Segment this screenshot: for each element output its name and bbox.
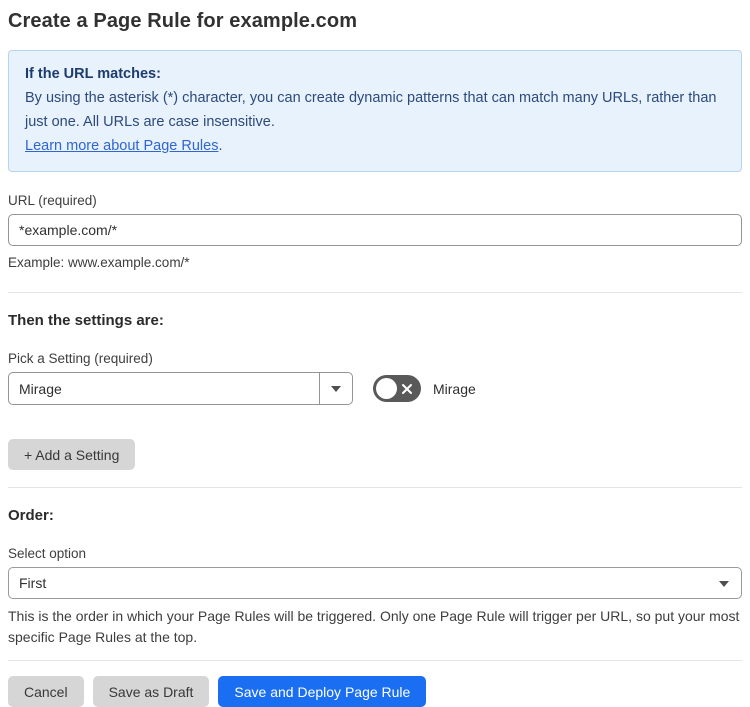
page-title: Create a Page Rule for example.com: [8, 10, 358, 32]
setting-select[interactable]: Mirage: [8, 372, 353, 405]
url-field-label: URL (required): [8, 193, 97, 208]
info-box-heading: If the URL matches:: [25, 66, 161, 82]
learn-more-link[interactable]: Learn more about Page Rules: [25, 138, 218, 154]
chevron-down-icon: [719, 581, 729, 587]
page-rule-form: Create a Page Rule for example.com If th…: [0, 0, 750, 707]
url-match-info-box: If the URL matches: By using the asteris…: [8, 50, 742, 172]
chevron-down-icon: [331, 385, 341, 392]
url-input[interactable]: [8, 214, 742, 246]
toggle-knob: [376, 378, 397, 399]
save-and-deploy-button[interactable]: Save and Deploy Page Rule: [218, 676, 427, 707]
divider: [8, 487, 742, 488]
info-box-link-line: Learn more about Page Rules.: [25, 134, 725, 158]
footer-buttons: Cancel Save as Draft Save and Deploy Pag…: [8, 676, 742, 707]
order-section-heading: Order:: [8, 507, 54, 524]
order-select-value: First: [19, 575, 47, 591]
divider: [8, 660, 742, 661]
divider: [8, 292, 742, 293]
setting-select-arrow-button[interactable]: [319, 373, 352, 404]
save-as-draft-button[interactable]: Save as Draft: [92, 676, 210, 707]
info-box-body: By using the asterisk (*) character, you…: [25, 90, 717, 130]
order-helper-text: This is the order in which your Page Rul…: [8, 608, 740, 645]
x-icon: [402, 383, 412, 394]
setting-select-value: Mirage: [19, 380, 62, 397]
link-suffix: .: [218, 138, 223, 154]
setting-row: Mirage Mirage: [8, 372, 742, 405]
add-setting-button[interactable]: + Add a Setting: [8, 439, 136, 470]
settings-section-heading: Then the settings are:: [8, 312, 164, 329]
pick-setting-label: Pick a Setting (required): [8, 351, 153, 366]
cancel-button[interactable]: Cancel: [8, 676, 84, 707]
order-select[interactable]: First: [8, 567, 742, 599]
mirage-toggle[interactable]: [373, 375, 421, 402]
toggle-setting-label: Mirage: [433, 380, 476, 397]
order-select-label: Select option: [8, 546, 87, 561]
url-example-helper: Example: www.example.com/*: [8, 255, 190, 270]
